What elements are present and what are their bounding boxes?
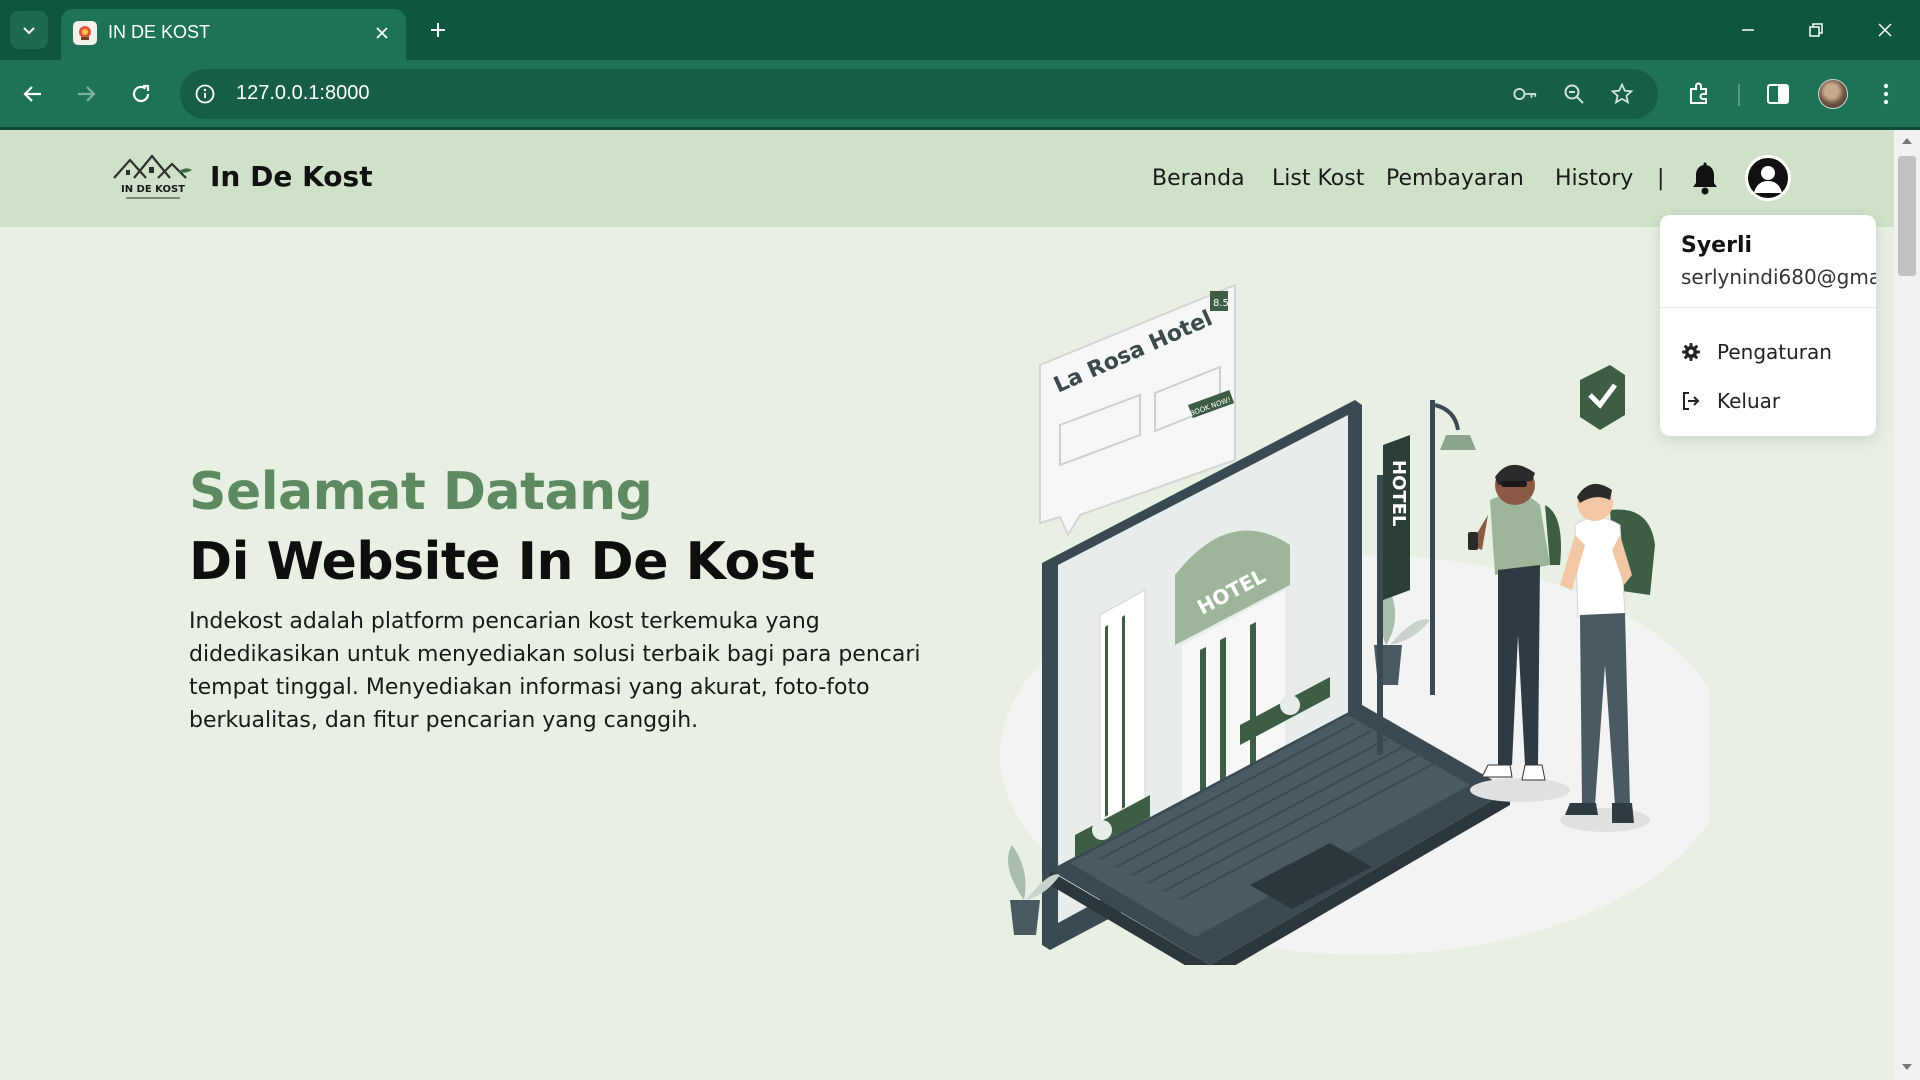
hero-title: Di Website In De Kost (189, 532, 815, 592)
menu-item-label: Pengaturan (1717, 340, 1832, 364)
side-panel-icon[interactable] (1758, 74, 1798, 114)
hotel-sign-text: HOTEL (1388, 460, 1409, 526)
back-button[interactable] (13, 74, 53, 114)
forward-button[interactable] (66, 74, 106, 114)
nav-link-list-kost[interactable]: List Kost (1272, 166, 1364, 191)
site-navbar: IN DE KOST In De Kost Beranda List Kost … (0, 130, 1894, 227)
url-text[interactable]: 127.0.0.1:8000 (236, 82, 369, 105)
more-options-icon[interactable] (1866, 74, 1906, 114)
reload-button[interactable] (121, 74, 161, 114)
browser-profile-avatar[interactable] (1818, 79, 1848, 109)
arrow-right-icon (78, 86, 96, 102)
zoom-icon[interactable] (1561, 81, 1587, 107)
browser-tab[interactable]: IN DE KOST (61, 9, 406, 60)
nav-link-beranda[interactable]: Beranda (1152, 166, 1245, 191)
brand-name[interactable]: In De Kost (210, 160, 373, 193)
restore-icon (1809, 23, 1823, 37)
nav-divider: | (1657, 166, 1665, 191)
check-badge-icon (1580, 365, 1625, 430)
minimize-button[interactable] (1725, 10, 1771, 50)
extensions-icon[interactable] (1679, 74, 1719, 114)
hero-description: Indekost adalah platform pencarian kost … (189, 609, 921, 733)
menu-item-label: Keluar (1717, 389, 1781, 413)
tab-title: IN DE KOST (108, 22, 211, 42)
hotel-card-rating: 8.5 (1213, 298, 1229, 309)
minimize-icon (1742, 29, 1754, 31)
nav-link-history[interactable]: History (1555, 166, 1633, 191)
user-avatar-icon (1754, 166, 1782, 193)
nav-link-pembayaran[interactable]: Pembayaran (1386, 166, 1524, 191)
close-tab-icon[interactable] (372, 23, 392, 43)
star-icon[interactable] (1609, 81, 1635, 107)
hotel-booking-illustration: La Rosa Hotel 8.5 BOOK NOW! HOTEL HOTEL (1000, 283, 1710, 965)
scrollbar-thumb[interactable] (1898, 156, 1916, 276)
restore-button[interactable] (1793, 10, 1839, 50)
browser-titlebar: IN DE KOST (0, 0, 1920, 60)
profile-menu-button[interactable] (1745, 155, 1791, 201)
new-tab-button[interactable] (424, 16, 452, 44)
arrow-left-icon (23, 86, 41, 102)
site-info-icon[interactable] (192, 81, 218, 107)
site-logo[interactable]: IN DE KOST (112, 152, 194, 202)
user-email: serlynindi680@gmail.com (1681, 265, 1876, 289)
favicon-icon (73, 21, 97, 45)
scroll-up-arrow-icon[interactable] (1902, 138, 1912, 144)
close-icon (1878, 23, 1892, 37)
web-page: IN DE KOST In De Kost Beranda List Kost … (0, 130, 1894, 1080)
logo-text: IN DE KOST (121, 184, 185, 195)
toolbar-separator (1738, 84, 1740, 106)
close-window-button[interactable] (1862, 10, 1908, 50)
scroll-down-arrow-icon[interactable] (1902, 1064, 1912, 1070)
tab-search-button[interactable] (10, 11, 48, 49)
page-scrollbar[interactable] (1894, 130, 1920, 1080)
key-icon[interactable] (1512, 81, 1538, 107)
notification-bell-icon[interactable] (1690, 162, 1720, 196)
browser-toolbar: 127.0.0.1:8000 (0, 60, 1920, 130)
address-bar[interactable]: 127.0.0.1:8000 (180, 69, 1658, 119)
hero-subtitle: Selamat Datang (189, 462, 653, 522)
plus-icon (431, 23, 445, 37)
chevron-down-icon (23, 27, 35, 35)
reload-icon (132, 84, 150, 103)
